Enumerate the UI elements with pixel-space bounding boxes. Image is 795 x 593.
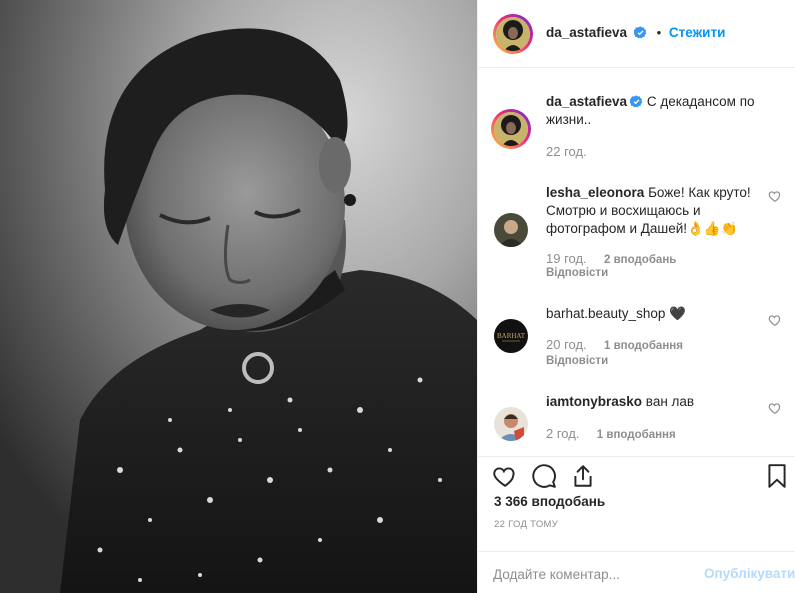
comment-meta: 20 год. 1 вподобання (546, 337, 683, 352)
post-header: da_astafieva • Стежити (478, 0, 795, 68)
author-username[interactable]: da_astafieva (546, 25, 627, 40)
post-side-panel: da_astafieva • Стежити da_astafieva С де… (477, 0, 795, 593)
likes-count[interactable]: 3 366 вподобань (494, 494, 605, 509)
commenter-avatar-image (494, 213, 528, 247)
heart-icon[interactable] (492, 463, 518, 489)
post-timestamp: 22 ГОД ТОМУ (494, 519, 559, 530)
post-actions: 3 366 вподобань 22 ГОД ТОМУ Опублікувати (478, 456, 795, 588)
comment-body: lesha_eleonora Боже! Как круто! Смотрю и… (546, 184, 761, 238)
comment-composer: Опублікувати (478, 551, 795, 593)
commenter-avatar-image (494, 407, 528, 441)
comment-time[interactable]: 19 год. (546, 251, 587, 266)
caption-body: da_astafieva С декадансом по жизни.. (546, 93, 761, 129)
reply-button[interactable]: Відповісти (546, 355, 608, 367)
publish-comment-button[interactable]: Опублікувати (704, 566, 795, 581)
comment-text: ван лав (645, 394, 695, 409)
reply-button[interactable]: Відповісти (546, 267, 608, 279)
author-avatar[interactable] (493, 14, 533, 54)
comment-meta: 19 год. 2 вподобань (546, 251, 676, 266)
svg-text:BARHAT: BARHAT (497, 332, 526, 340)
header-separator: • (656, 25, 662, 40)
post-photo[interactable] (0, 0, 477, 593)
instagram-post: da_astafieva • Стежити da_astafieva С де… (0, 0, 795, 593)
verified-badge-icon (630, 95, 643, 108)
caption-avatar-image (494, 112, 528, 146)
caption-time[interactable]: 22 год. (546, 144, 587, 159)
comment-input[interactable] (493, 564, 693, 584)
comment-time[interactable]: 2 год. (546, 426, 579, 441)
caption-meta: 22 год. (546, 144, 601, 159)
comment-text: 🖤 (669, 306, 686, 321)
comment-likes[interactable]: 1 вподобання (597, 429, 676, 441)
commenter-avatar[interactable]: BARHAT (494, 319, 528, 353)
comment-like-heart-icon[interactable] (768, 189, 782, 203)
follow-button[interactable]: Стежити (669, 25, 725, 40)
author-avatar-image (496, 17, 530, 51)
comment-body: iamtonybrasko ван лав (546, 393, 761, 411)
header-text: da_astafieva • Стежити (546, 25, 725, 40)
comments-list[interactable]: da_astafieva С декадансом по жизни.. 22 … (478, 69, 795, 456)
comment-username[interactable]: lesha_eleonora (546, 185, 644, 200)
comment-body: barhat.beauty_shop 🖤 (546, 305, 761, 323)
post-photo-artwork (0, 0, 477, 593)
comment-likes[interactable]: 2 вподобань (604, 254, 676, 266)
commenter-avatar[interactable] (494, 407, 528, 441)
comment-meta: 2 год. 1 вподобання (546, 426, 676, 441)
verified-badge-icon (633, 26, 647, 39)
comment-likes[interactable]: 1 вподобання (604, 340, 683, 352)
comment-username[interactable]: barhat.beauty_shop (546, 306, 665, 321)
caption-username[interactable]: da_astafieva (546, 94, 627, 109)
comment-like-heart-icon[interactable] (768, 313, 782, 327)
comment-username[interactable]: iamtonybrasko (546, 394, 642, 409)
comment-icon[interactable] (531, 463, 557, 489)
share-icon[interactable] (570, 463, 596, 489)
bookmark-icon[interactable] (764, 463, 790, 489)
commenter-avatar[interactable] (494, 213, 528, 247)
comment-time[interactable]: 20 год. (546, 337, 587, 352)
comment-like-heart-icon[interactable] (768, 401, 782, 415)
commenter-avatar-image: BARHAT (494, 319, 528, 353)
caption-author-avatar[interactable] (491, 109, 531, 149)
